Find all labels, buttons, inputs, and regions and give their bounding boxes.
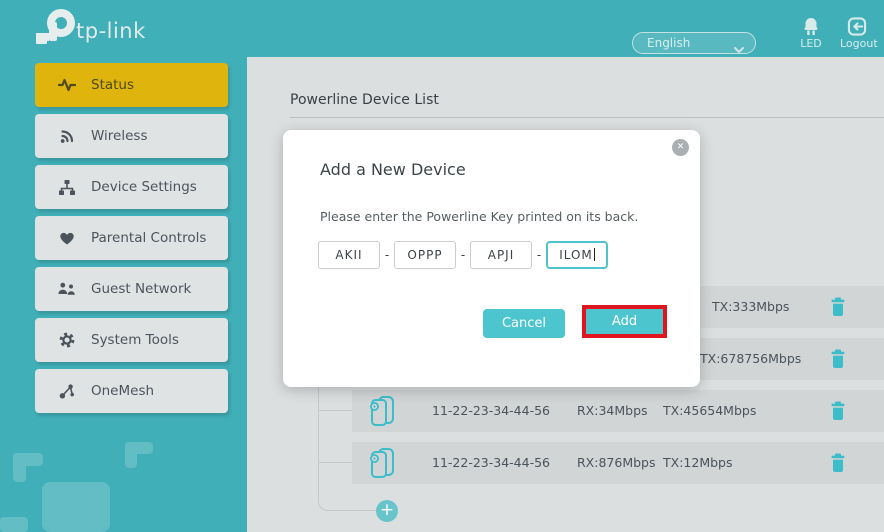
- powerline-adapter-icon: [368, 447, 395, 482]
- sidebar-item-label: Guest Network: [91, 281, 192, 297]
- add-button[interactable]: Add: [586, 309, 663, 334]
- sidebar-item-wireless[interactable]: Wireless: [35, 114, 228, 158]
- sidebar-item-label: System Tools: [91, 332, 179, 348]
- device-tx-rate: TX:333Mbps: [712, 299, 790, 314]
- sidebar-item-system-tools[interactable]: System Tools: [35, 318, 228, 362]
- mesh-nodes-icon: [57, 383, 77, 399]
- sidebar-item-device-settings[interactable]: Device Settings: [35, 165, 228, 209]
- decor-square: [0, 517, 28, 532]
- sidebar-item-label: Status: [91, 77, 135, 93]
- key-segment-1-value: AKII: [335, 248, 363, 262]
- add-device-plus-button[interactable]: +: [376, 500, 398, 522]
- led-label: LED: [800, 37, 822, 50]
- key-separator: -: [460, 248, 466, 262]
- sidebar-item-parental-controls[interactable]: Parental Controls: [35, 216, 228, 260]
- device-rx-rate: RX:34Mbps: [577, 403, 648, 418]
- sidebar-item-guest-network[interactable]: Guest Network: [35, 267, 228, 311]
- network-hierarchy-icon: [57, 179, 77, 195]
- sidebar-item-label: OneMesh: [91, 383, 155, 399]
- device-tx-rate: TX:45654Mbps: [663, 403, 757, 418]
- table-row: 11-22-23-34-44-56 RX:34Mbps TX:45654Mbps: [352, 390, 884, 432]
- key-separator: -: [536, 248, 542, 262]
- sidebar-item-onemesh[interactable]: OneMesh: [35, 369, 228, 413]
- decor-square: [125, 442, 137, 468]
- device-mac: 11-22-23-34-44-56: [432, 455, 550, 470]
- language-select[interactable]: English: [632, 32, 756, 54]
- delete-device-icon[interactable]: [830, 401, 846, 424]
- close-icon[interactable]: ✕: [672, 139, 689, 156]
- tree-connector-line: [318, 410, 352, 411]
- logout-button[interactable]: Logout: [840, 17, 878, 50]
- key-segment-3-input[interactable]: APJI: [470, 241, 532, 269]
- tree-connector-line: [318, 462, 352, 463]
- device-tx-rate: TX:12Mbps: [663, 455, 733, 470]
- decor-square: [42, 482, 110, 532]
- logout-icon: [840, 17, 874, 36]
- wireless-signal-icon: [57, 128, 77, 144]
- device-mac: 11-22-23-34-44-56: [432, 403, 550, 418]
- key-segment-2-value: OPPP: [407, 248, 443, 262]
- cancel-button[interactable]: Cancel: [483, 309, 565, 338]
- key-segment-1-input[interactable]: AKII: [318, 241, 380, 269]
- gear-icon: [57, 332, 77, 348]
- text-cursor: [593, 248, 595, 261]
- key-segment-4-value: ILOM: [559, 248, 593, 262]
- key-segment-4-input[interactable]: ILOM: [546, 241, 608, 269]
- led-button[interactable]: LED: [794, 17, 828, 50]
- heart-icon: [57, 231, 77, 245]
- decor-square: [13, 453, 26, 482]
- tplink-logo: tp-link: [28, 8, 160, 54]
- sidebar-item-status[interactable]: Status: [35, 63, 228, 107]
- logout-label: Logout: [840, 37, 878, 50]
- device-tx-rate: TX:678756Mbps: [700, 351, 802, 366]
- status-pulse-icon: [57, 78, 77, 92]
- sidebar-item-label: Wireless: [91, 128, 148, 144]
- device-rx-rate: RX:876Mbps: [577, 455, 656, 470]
- dialog-instruction: Please enter the Powerline Key printed o…: [320, 209, 639, 224]
- delete-device-icon[interactable]: [830, 453, 846, 476]
- powerline-key-inputs: AKII - OPPP - APJI - ILOM: [318, 241, 608, 269]
- powerline-adapter-icon: [368, 395, 395, 430]
- language-select-value: English: [647, 36, 691, 50]
- delete-device-icon[interactable]: [830, 297, 846, 320]
- led-icon: [794, 17, 828, 36]
- sidebar-item-label: Parental Controls: [91, 230, 207, 246]
- dialog-title: Add a New Device: [320, 160, 466, 179]
- sidebar-item-label: Device Settings: [91, 179, 197, 195]
- red-highlight-box: Add: [582, 305, 667, 338]
- key-separator: -: [384, 248, 390, 262]
- page-title: Powerline Device List: [290, 92, 439, 108]
- delete-device-icon[interactable]: [830, 349, 846, 372]
- people-icon: [57, 282, 77, 296]
- brand-text: tp-link: [76, 19, 146, 43]
- title-divider: [290, 117, 884, 118]
- key-segment-3-value: APJI: [487, 248, 515, 262]
- table-row: 11-22-23-34-44-56 RX:876Mbps TX:12Mbps: [352, 442, 884, 484]
- key-segment-2-input[interactable]: OPPP: [394, 241, 456, 269]
- add-new-device-dialog: ✕ Add a New Device Please enter the Powe…: [283, 130, 700, 387]
